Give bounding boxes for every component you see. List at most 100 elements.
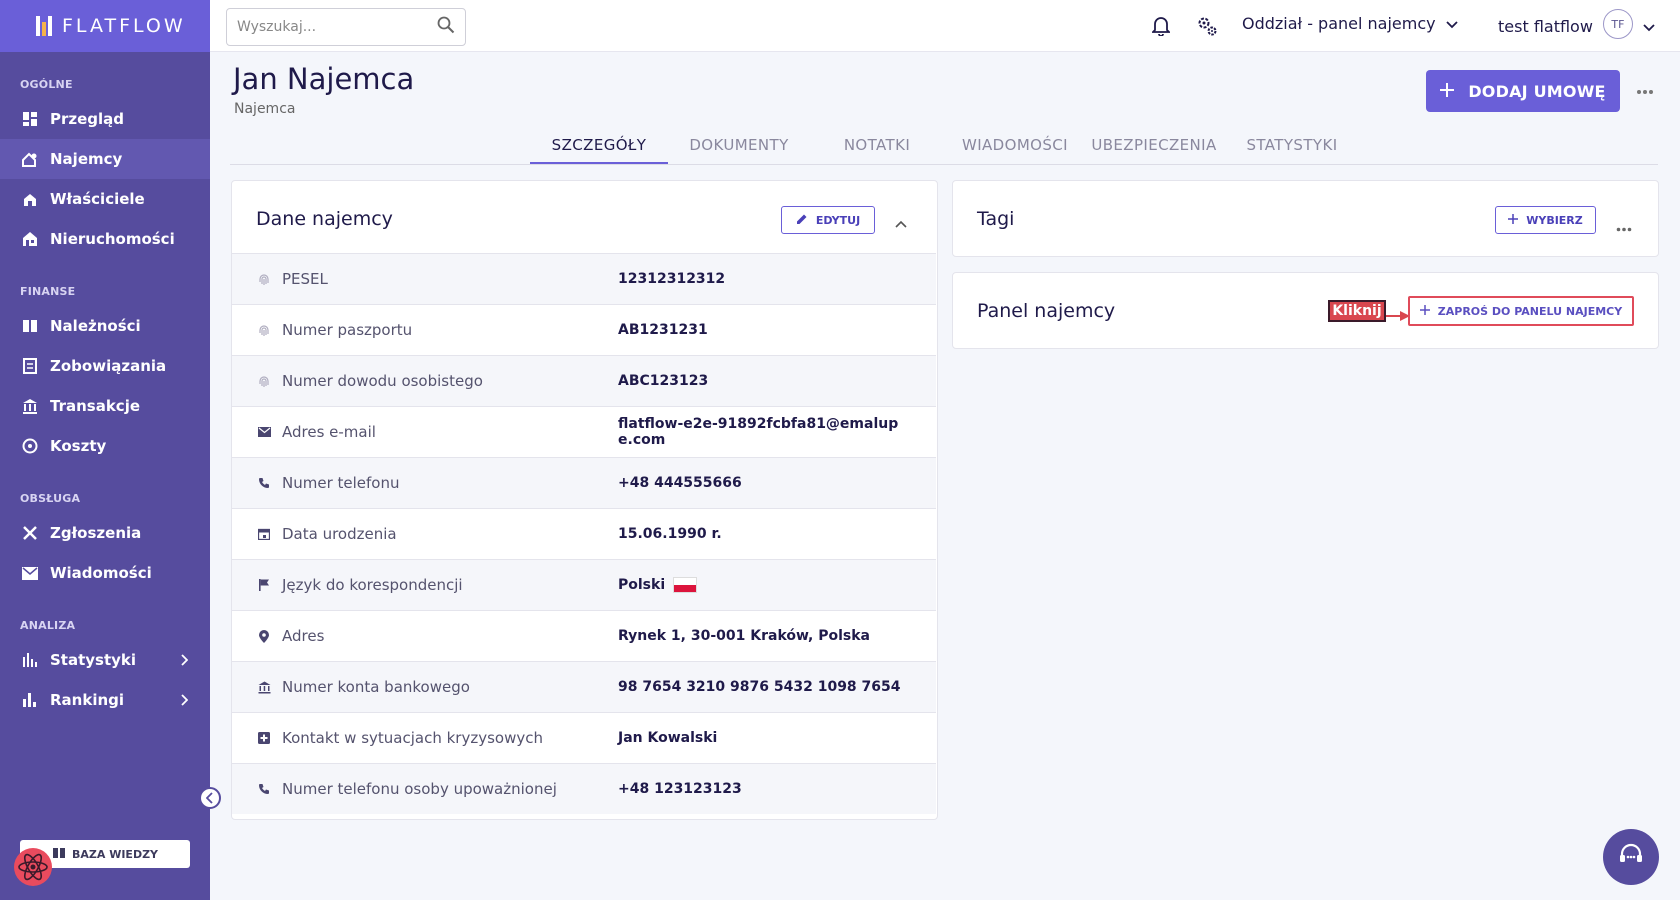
tab-wiadomosci[interactable]: WIADOMOŚCI: [946, 136, 1084, 164]
user-menu[interactable]: test flatflow TF: [1498, 9, 1655, 39]
page-subtitle: Najemca: [234, 101, 296, 117]
detail-value-text: 12312312312: [618, 271, 726, 287]
tab-ubezpieczenia[interactable]: UBEZPIECZENIA: [1085, 136, 1223, 164]
detail-row: Kontakt w sytuacjach kryzysowych Jan Kowa…: [232, 712, 936, 763]
user-name: test flatflow: [1498, 17, 1593, 36]
fingerprint-icon: [257, 374, 271, 388]
add-contract-button[interactable]: DODAJ UMOWĘ: [1426, 70, 1620, 112]
tab-notatki[interactable]: NOTATKI: [808, 136, 946, 164]
detail-value: Polski: [618, 577, 908, 593]
dashboard-icon: [22, 111, 38, 127]
edit-button[interactable]: EDYTUJ: [781, 206, 875, 234]
chevron-left-icon: [205, 789, 214, 808]
pencil-icon: [796, 213, 808, 228]
sidebar-item-zobowiazania[interactable]: Zobowiązania: [0, 346, 210, 386]
stats-icon: [22, 652, 38, 668]
detail-value-text: Rynek 1, 30-001 Kraków, Polska: [618, 628, 870, 644]
branch-selector[interactable]: Oddział - panel najemcy: [1242, 14, 1458, 33]
tab-szczegoly[interactable]: SZCZEGÓŁY: [530, 136, 668, 164]
detail-value-text: flatflow-e2e-91892fcbfa81@emalupe.com: [618, 416, 899, 448]
chevron-up-icon[interactable]: [895, 213, 907, 232]
sidebar-item-label: Koszty: [50, 437, 107, 455]
detail-value: ABC123123: [618, 373, 908, 389]
calendar-icon: [257, 527, 271, 541]
detail-value-text: +48 444555666: [618, 475, 742, 491]
app-logo[interactable]: FLATFLOW: [0, 0, 210, 52]
sidebar-item-koszty[interactable]: Koszty: [0, 426, 210, 466]
sidebar-item-label: Właściciele: [50, 190, 145, 208]
more-options-icon[interactable]: [1616, 217, 1632, 236]
search-input[interactable]: [237, 19, 437, 35]
add-contract-label: DODAJ UMOWĘ: [1468, 81, 1606, 101]
detail-value: flatflow-e2e-91892fcbfa81@emalupe.com: [618, 416, 908, 448]
flag-icon: [257, 578, 271, 592]
detail-label: Adres: [282, 627, 325, 645]
detail-value: +48 444555666: [618, 475, 908, 491]
headset-icon: [1617, 841, 1645, 873]
detail-label: PESEL: [282, 270, 328, 288]
detail-label: Adres e-mail: [282, 423, 376, 441]
invite-label: ZAPROŚ DO PANELU NAJEMCY: [1437, 304, 1623, 318]
location-icon: [257, 629, 271, 643]
detail-row: Adres e-mail flatflow-e2e-91892fcbfa81@em…: [232, 406, 936, 457]
detail-value: 12312312312: [618, 271, 908, 287]
detail-value-text: +48 123123123: [618, 781, 742, 797]
sidebar-item-label: Transakcje: [50, 397, 141, 415]
bell-icon[interactable]: [1150, 15, 1172, 37]
select-label: WYBIERZ: [1526, 213, 1583, 227]
settings-gears-icon[interactable]: [1196, 15, 1218, 37]
card-title: Panel najemcy: [977, 300, 1116, 322]
tab-dokumenty[interactable]: DOKUMENTY: [670, 136, 808, 164]
sidebar-item-statystyki[interactable]: Statystyki: [0, 640, 210, 680]
detail-row: Numer konta bankowego 98 7654 3210 9876 5…: [232, 661, 936, 712]
fingerprint-icon: [257, 272, 271, 286]
support-chat-button[interactable]: [1603, 829, 1659, 885]
mail-icon: [22, 565, 38, 581]
detail-value: 98 7654 3210 9876 5432 1098 7654: [618, 679, 908, 695]
detail-value-text: AB1231231: [618, 322, 708, 338]
sidebar-item-label: Należności: [50, 317, 141, 335]
nav-section-ogolne: OGÓLNE: [20, 78, 73, 91]
invite-to-tenant-panel-button[interactable]: ZAPROŚ DO PANELU NAJEMCY: [1408, 296, 1634, 326]
phone-icon: [257, 476, 271, 490]
sidebar-item-label: Zobowiązania: [50, 357, 167, 375]
sidebar-item-najemcy[interactable]: Najemcy: [0, 139, 210, 179]
sidebar-collapse-button[interactable]: [199, 787, 221, 809]
poland-flag-icon: [673, 577, 698, 593]
annotation-arrow-icon: [1386, 306, 1410, 321]
sidebar-item-label: Przegląd: [50, 110, 125, 128]
sidebar: FLATFLOW OGÓLNE Przegląd Najemcy Właścic…: [0, 0, 210, 900]
sidebar-item-transakcje[interactable]: Transakcje: [0, 386, 210, 426]
detail-row: Numer telefonu osoby upoważnionej +48 123…: [232, 763, 936, 814]
sidebar-item-label: Wiadomości: [50, 564, 152, 582]
react-devtools-icon[interactable]: [12, 846, 54, 888]
owner-icon: [22, 191, 38, 207]
detail-row: Numer dowodu osobistego ABC123123: [232, 355, 936, 406]
sidebar-item-rankingi[interactable]: Rankingi: [0, 680, 210, 720]
sidebar-item-naleznosci[interactable]: Należności: [0, 306, 210, 346]
sidebar-item-label: Nieruchomości: [50, 230, 175, 248]
tags-card: Tagi WYBIERZ: [952, 180, 1659, 257]
sidebar-item-przeglad[interactable]: Przegląd: [0, 99, 210, 139]
tab-statystyki[interactable]: STATYSTYKI: [1223, 136, 1361, 164]
detail-value-text: Polski: [618, 577, 666, 593]
logo-icon: [36, 16, 52, 36]
sidebar-item-wiadomosci[interactable]: Wiadomości: [0, 553, 210, 593]
nav-section-finanse: FINANSE: [20, 285, 76, 298]
detail-value: Rynek 1, 30-001 Kraków, Polska: [618, 628, 908, 644]
nav-section-analiza: ANALIZA: [20, 619, 76, 632]
more-options-icon[interactable]: [1636, 80, 1654, 99]
sidebar-item-label: Najemcy: [50, 150, 123, 168]
detail-value-text: 98 7654 3210 9876 5432 1098 7654: [618, 679, 901, 695]
search-icon[interactable]: [437, 16, 455, 38]
select-tags-button[interactable]: WYBIERZ: [1495, 206, 1596, 234]
card-title: Tagi: [977, 208, 1015, 230]
nav-section-obsluga: OBSŁUGA: [20, 492, 81, 505]
sidebar-item-zgloszenia[interactable]: Zgłoszenia: [0, 513, 210, 553]
detail-value: Jan Kowalski: [618, 730, 908, 746]
sidebar-item-wlasciciele[interactable]: Właściciele: [0, 179, 210, 219]
detail-row: Język do korespondencji Polski: [232, 559, 936, 610]
page-title: Jan Najemca: [233, 62, 415, 96]
detail-label: Język do korespondencji: [282, 576, 463, 594]
sidebar-item-nieruchomosci[interactable]: Nieruchomości: [0, 219, 210, 259]
